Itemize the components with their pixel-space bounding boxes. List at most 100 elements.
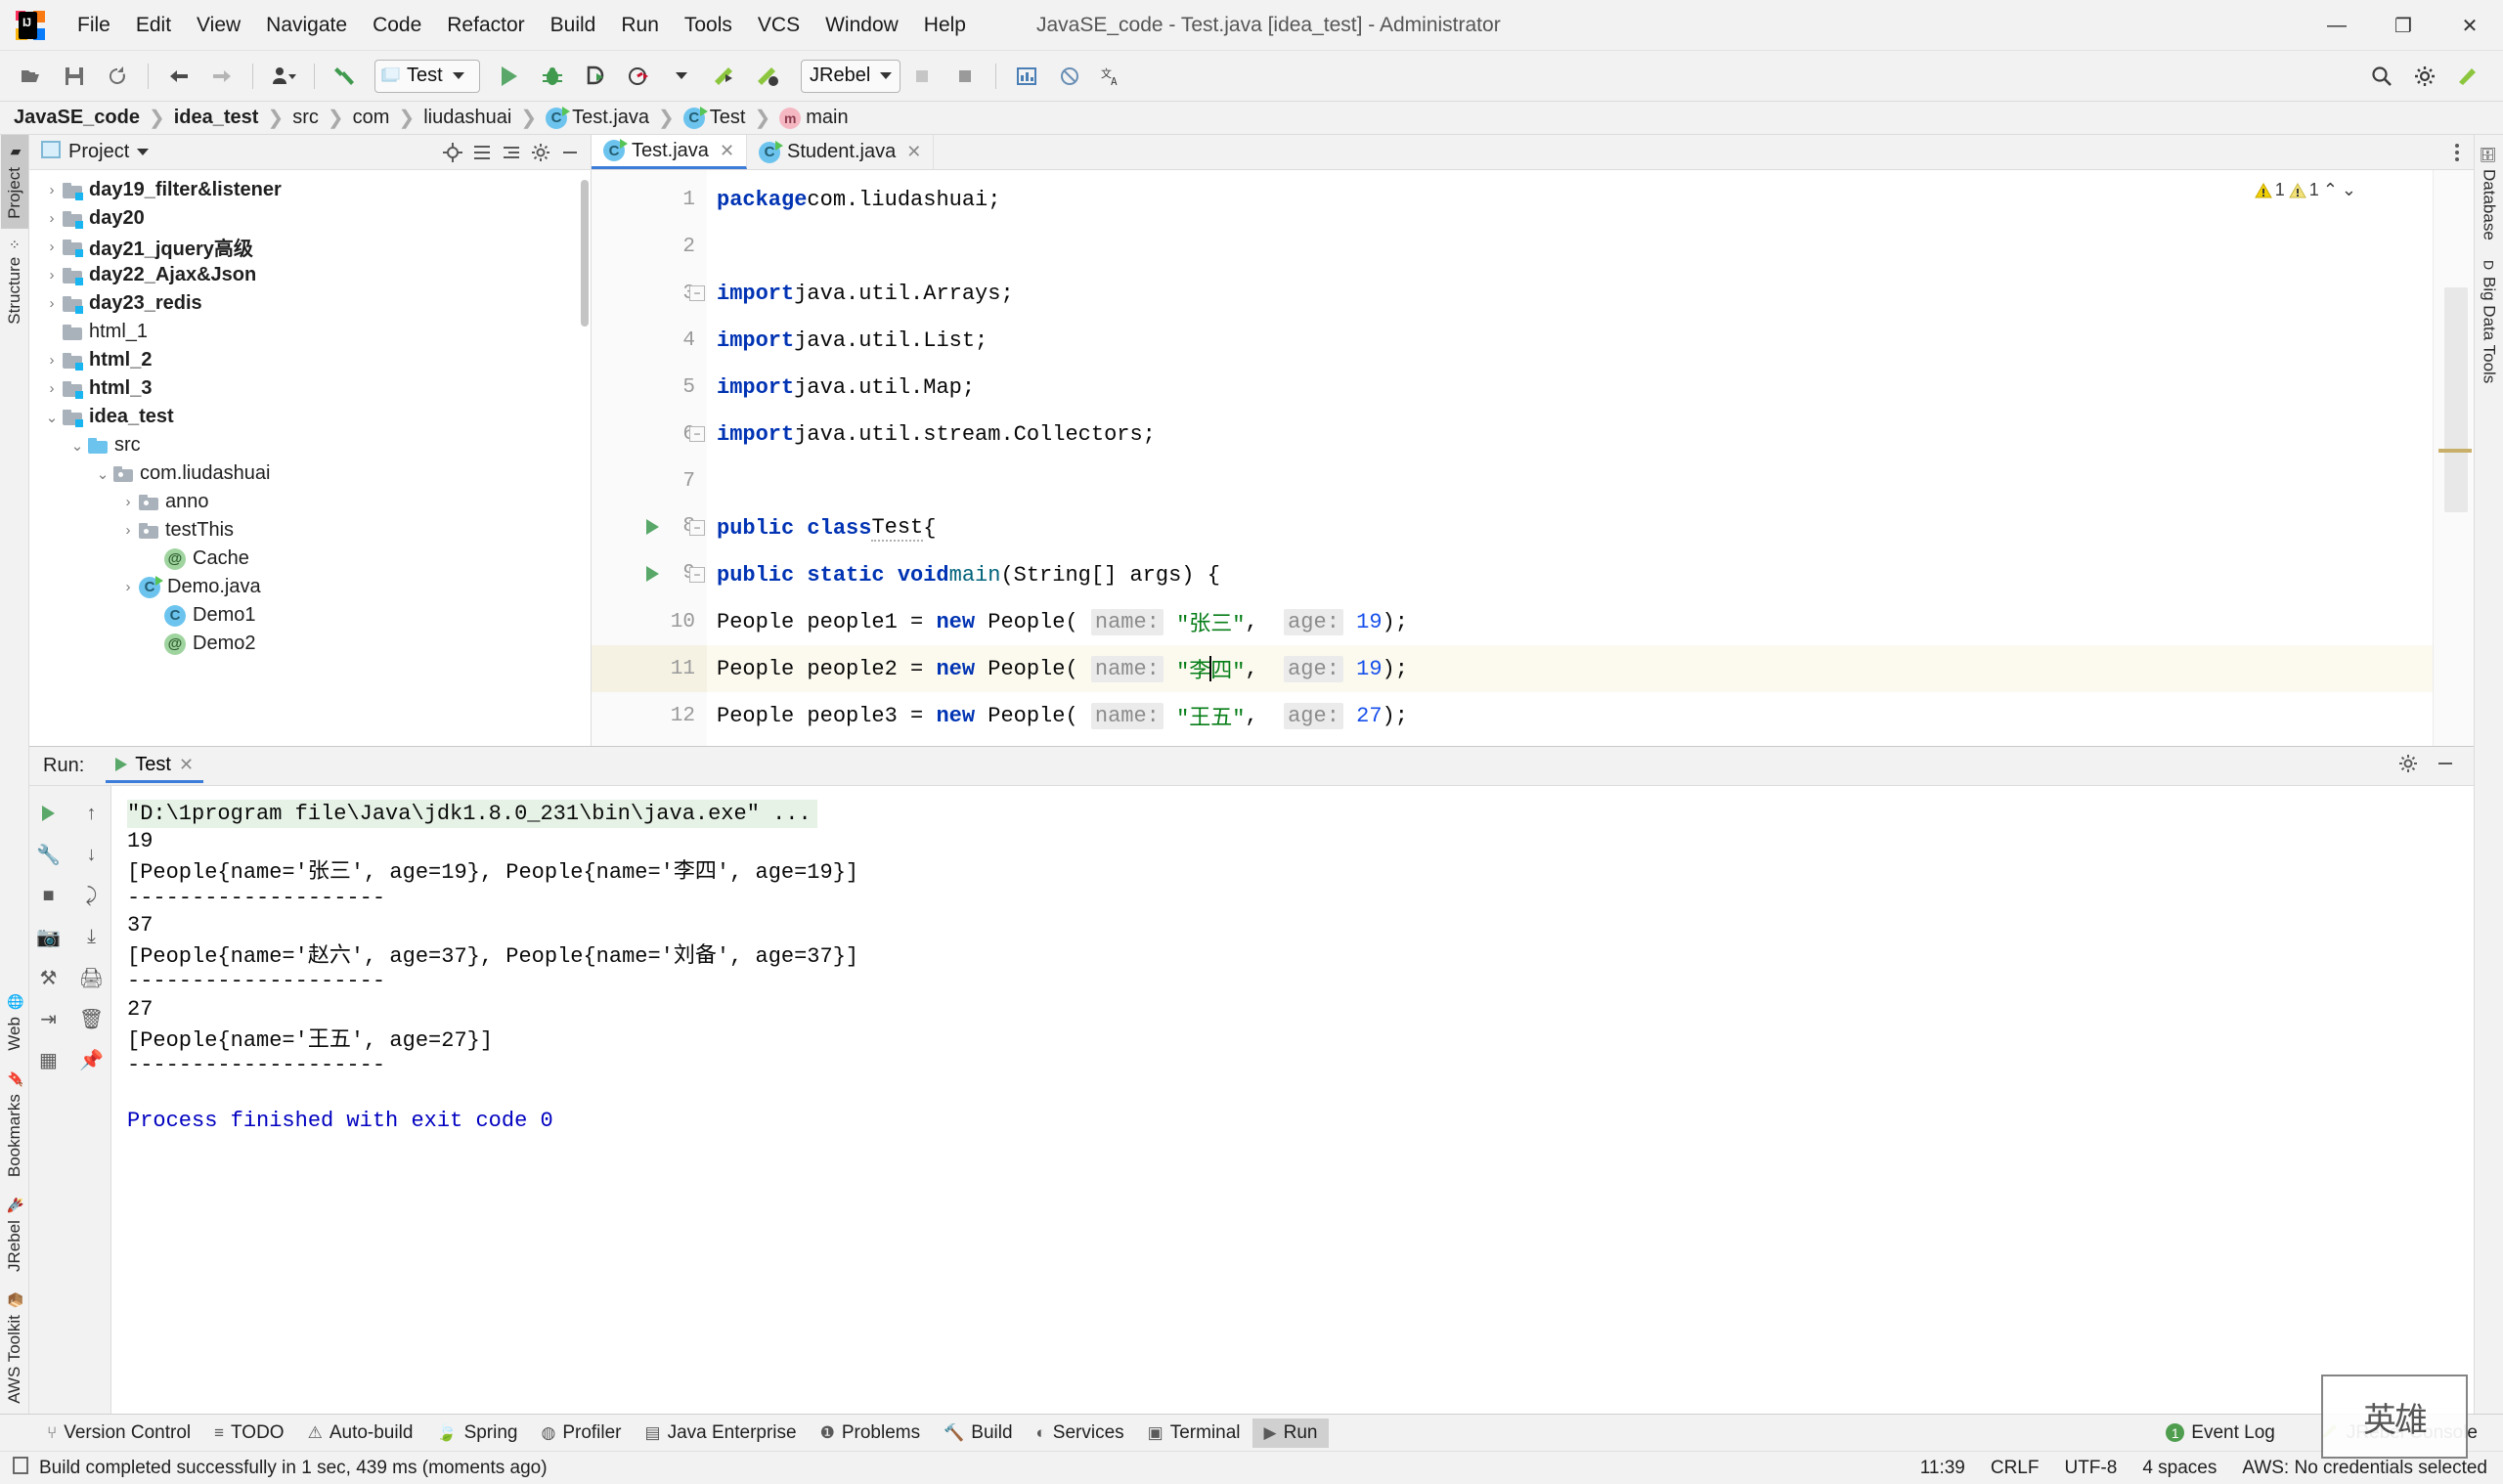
tree-node[interactable]: ⌄ idea_test [29,403,591,431]
code-line[interactable]: import java.util.List; [707,317,2433,364]
code-line[interactable] [707,223,2433,270]
search-everywhere-button[interactable] [2363,58,2400,95]
sidebar-item-web[interactable]: Web 🌐 [1,983,28,1061]
menu-code[interactable]: Code [360,10,434,41]
code-line[interactable] [707,458,2433,504]
status-message[interactable]: Build completed successfully in 1 sec, 4… [39,1458,548,1479]
editor-tabs-more-button[interactable] [2440,135,2474,169]
scroll-down-button[interactable]: ↓ [70,835,113,874]
chevron-down-icon[interactable]: ⌄ [41,409,63,426]
forbidden-button[interactable] [1051,58,1088,95]
collapse-all-button[interactable] [469,140,495,165]
toolwindow-java-enterprise[interactable]: ▤ Java Enterprise [634,1419,809,1448]
run-settings-button[interactable] [2397,753,2419,779]
menu-file[interactable]: File [65,10,123,41]
code-fold-marker[interactable]: − [689,520,705,536]
project-tree-scrollbar[interactable] [581,180,589,327]
tree-node[interactable]: ⌄ src [29,431,591,459]
prev-problem-button[interactable]: ⌃ [2323,180,2338,200]
breadcrumb-item-liudashuai[interactable]: liudashuai [423,107,511,129]
editor-error-stripe[interactable] [2433,170,2474,746]
warning-count-chip[interactable]: 1 [2254,180,2285,200]
code-fold-marker[interactable]: − [689,426,705,442]
breadcrumb-item-idea-test[interactable]: idea_test [174,107,259,129]
jrebel-toolbar-button[interactable] [2449,58,2486,95]
filter-button[interactable]: ⚒ [27,958,70,997]
rerun-button[interactable] [27,794,70,833]
locate-target-button[interactable] [440,140,465,165]
run-console-output[interactable]: "D:\1program file\Java\jdk1.8.0_231\bin\… [111,786,2474,1414]
chevron-right-icon[interactable]: › [41,210,63,227]
code-line[interactable]: People people2 = new People( name: "李 四",… [707,645,2433,692]
tree-node[interactable]: › testThis [29,516,591,545]
code-line[interactable]: package com.liudashuai; [707,176,2433,223]
toolwindow-build[interactable]: 🔨 Build [932,1419,1024,1448]
jrebel-selector[interactable]: JRebel [801,59,901,93]
next-problem-button[interactable]: ⌄ [2342,180,2356,200]
tree-node[interactable]: @ Demo2 [29,630,591,658]
menu-help[interactable]: Help [911,10,979,41]
sidebar-item-project[interactable]: Project ▰ [0,135,28,229]
save-all-button[interactable] [56,58,93,95]
breadcrumb-item-test-java[interactable]: C Test.java [546,106,649,129]
jrebel-debug-button[interactable] [749,58,786,95]
toolwindow-version-control[interactable]: ⑂ Version Control [35,1419,202,1448]
breadcrumb-item-test-class[interactable]: C Test [682,106,745,129]
minimize-button[interactable]: — [2304,0,2370,51]
toolwindow-services[interactable]: ◐ Services [1025,1419,1136,1448]
toolwindow-spring[interactable]: 🍃 Spring [424,1419,529,1448]
toolwindow-profiler[interactable]: ◍ Profiler [529,1419,633,1448]
tree-node[interactable]: › day19_filter&listener [29,176,591,204]
tree-node[interactable]: › anno [29,488,591,516]
tree-node[interactable]: › day20 [29,204,591,233]
sidebar-item-database[interactable]: 🗄 Database [2476,135,2503,250]
project-tree[interactable]: › day19_filter&listener › day20 › day21_jquer… [29,170,591,746]
code-line[interactable]: import java.util.Map; [707,364,2433,411]
code-content[interactable]: package com.liudashuai; import java.util.… [707,170,2433,746]
code-line[interactable]: People people1 = new People( name: "张三",… [707,598,2433,645]
sidebar-item-aws-toolkit[interactable]: AWS Toolkit 📦 [1,1282,28,1414]
chevron-right-icon[interactable]: › [117,579,139,595]
navigate-back-button[interactable] [160,58,198,95]
menu-edit[interactable]: Edit [123,10,184,41]
build-project-button[interactable] [327,58,364,95]
code-fold-marker[interactable]: − [689,285,705,301]
project-settings-button[interactable] [528,140,553,165]
chart-button[interactable] [1008,58,1045,95]
tree-node[interactable]: C Demo1 [29,601,591,630]
tree-node[interactable]: @ Cache [29,545,591,573]
scroll-end-button[interactable]: ⤓ [70,917,113,956]
expand-button[interactable] [499,140,524,165]
debug-button[interactable] [534,58,571,95]
profile-button[interactable] [265,58,302,95]
breadcrumb-item-src[interactable]: src [292,107,319,129]
run-button[interactable] [491,58,528,95]
toolwindow-problems[interactable]: ❶ Problems [809,1419,933,1448]
clear-all-button[interactable]: 🗑 [70,999,113,1038]
run-gutter-icon[interactable] [646,566,659,582]
menu-vcs[interactable]: VCS [745,10,812,41]
toolwindow-todo[interactable]: ≡ TODO [202,1419,295,1448]
sync-button[interactable] [99,58,136,95]
tree-node[interactable]: › day21_jquery高级 [29,233,591,261]
close-icon[interactable]: ✕ [906,142,921,162]
grid-button[interactable]: ▦ [27,1040,70,1079]
run-hide-button[interactable] [2435,753,2456,779]
jrebel-run-button[interactable] [706,58,743,95]
weak-warning-count-chip[interactable]: 1 [2288,180,2319,200]
camera-button[interactable]: 📷 [27,917,70,956]
chevron-right-icon[interactable]: › [41,182,63,198]
sidebar-item-jrebel[interactable]: JRebel 🚀 [1,1187,28,1282]
stop2-button[interactable] [946,58,984,95]
code-line[interactable]: public class Test{ [707,504,2433,551]
chevron-right-icon[interactable]: › [41,295,63,312]
translate-button[interactable]: 文A [1094,58,1131,95]
pin-button[interactable]: 📌 [70,1040,113,1079]
event-log-button[interactable]: 1 Event Log [2154,1419,2287,1448]
error-stripe-mark[interactable] [2438,449,2472,453]
chevron-down-icon[interactable] [137,149,150,155]
tab-student-java[interactable]: C Student.java ✕ [747,135,935,169]
toolwindow-auto-build[interactable]: ⚠ Auto-build [296,1419,425,1448]
close-icon[interactable]: ✕ [179,755,194,775]
chevron-right-icon[interactable]: › [41,267,63,284]
